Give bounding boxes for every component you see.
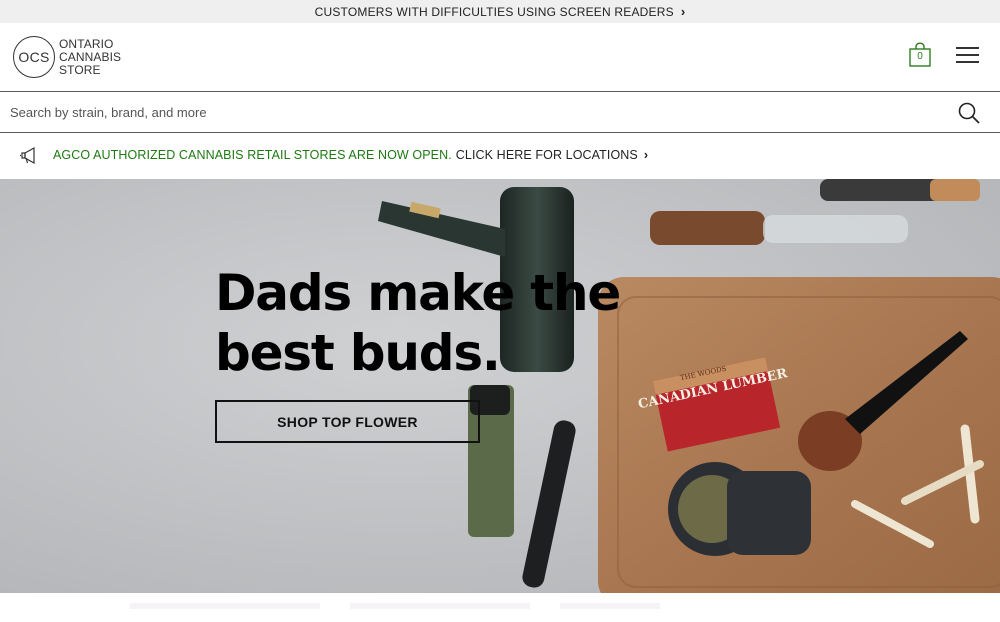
cart-button[interactable]: 0 — [908, 42, 932, 68]
menu-button[interactable] — [955, 43, 981, 67]
announcement-text: AGCO AUTHORIZED CANNABIS RETAIL STORES A… — [53, 148, 648, 162]
below-fold-content — [0, 593, 1000, 622]
locations-link[interactable]: CLICK HERE FOR LOCATIONS — [456, 148, 638, 162]
logo-mark: OCS — [13, 36, 55, 78]
logo-line-2: CANNABIS — [59, 49, 122, 64]
site-header: OCS ONTARIO CANNABIS STORE 0 — [0, 23, 1000, 92]
announcement-highlight: AGCO AUTHORIZED CANNABIS RETAIL STORES A… — [53, 148, 452, 162]
logo-line-1: ONTARIO — [59, 36, 114, 51]
megaphone-icon — [20, 146, 35, 165]
shop-top-flower-button[interactable]: SHOP TOP FLOWER — [215, 400, 480, 443]
logo-wordmark: ONTARIO CANNABIS STORE — [59, 36, 122, 77]
screen-reader-banner-text: CUSTOMERS WITH DIFFICULTIES USING SCREEN… — [314, 4, 674, 19]
logo-line-3: STORE — [59, 62, 101, 77]
ocs-logo[interactable]: OCS ONTARIO CANNABIS STORE — [13, 35, 138, 79]
search-input[interactable] — [0, 92, 940, 132]
hero-product-photo: CANADIAN LUMBER THE WOODS — [0, 179, 1000, 593]
chevron-right-icon: › — [680, 4, 686, 19]
cart-count: 0 — [917, 51, 923, 62]
hero-title: Dads make the best buds. — [215, 264, 621, 382]
placeholder-strip — [130, 603, 320, 609]
placeholder-strip — [560, 603, 660, 609]
announcement-bar[interactable]: AGCO AUTHORIZED CANNABIS RETAIL STORES A… — [0, 133, 1000, 179]
search-bar — [0, 92, 1000, 133]
screen-reader-banner[interactable]: CUSTOMERS WITH DIFFICULTIES USING SCREEN… — [0, 0, 1000, 23]
search-icon[interactable] — [958, 102, 980, 124]
placeholder-strip — [350, 603, 530, 609]
hero-banner: CANADIAN LUMBER THE WOODS Dads make the … — [0, 179, 1000, 593]
chevron-right-icon: › — [643, 148, 649, 162]
